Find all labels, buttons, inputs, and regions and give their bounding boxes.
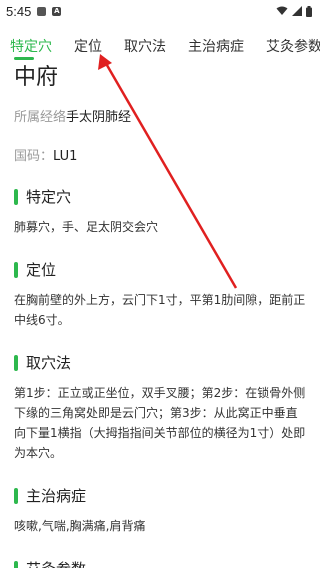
section-marker xyxy=(14,261,18,278)
tab-bar: 特定穴 定位 取穴法 主治病症 艾灸参数 xyxy=(0,22,320,66)
signal-icon xyxy=(292,6,302,16)
image-icon xyxy=(37,6,47,16)
section-marker xyxy=(14,487,18,504)
section-body: 在胸前壁的外上方，云门下1寸，平第1肋间隙，距前正中线6寸。 xyxy=(14,293,306,327)
wifi-icon xyxy=(276,6,288,15)
tab-indications[interactable]: 主治病症 xyxy=(188,36,244,56)
status-bar: 5:45 A xyxy=(0,0,320,22)
section-body: 咳嗽,气喘,胸满痛,肩背痛 xyxy=(14,519,146,533)
section-body: 第1步：正立或正坐位，双手叉腰；第2步：在锁骨外侧下缘的三角窝处即是云门穴；第3… xyxy=(14,386,306,460)
section-locating-method: 取穴法 第1步：正立或正坐位，双手叉腰；第2步：在锁骨外侧下缘的三角窝处即是云门… xyxy=(14,352,306,463)
section-header: 特定穴 xyxy=(14,186,306,207)
section-header: 取穴法 xyxy=(14,352,306,373)
meridian-value: 手太阴肺经 xyxy=(66,110,132,125)
meridian-key: 所属经络 xyxy=(14,110,67,125)
code-value: LU1 xyxy=(53,149,78,164)
tab-moxibustion-params[interactable]: 艾灸参数 xyxy=(266,36,320,56)
code-row: 国码：LU1 xyxy=(14,145,306,164)
code-key: 国码： xyxy=(14,149,54,164)
a-app-icon: A xyxy=(52,6,62,16)
section-specific-point: 特定穴 肺募穴，手、足太阴交会穴 xyxy=(14,186,306,237)
section-marker xyxy=(14,354,18,371)
section-header: 主治病症 xyxy=(14,485,306,506)
section-location: 定位 在胸前壁的外上方，云门下1寸，平第1肋间隙，距前正中线6寸。 xyxy=(14,259,306,330)
section-moxibustion-params: 艾灸参数 xyxy=(14,558,306,568)
section-title: 艾灸参数 xyxy=(26,558,86,568)
section-marker xyxy=(14,188,18,205)
section-title: 特定穴 xyxy=(26,188,72,206)
status-time: 5:45 xyxy=(6,3,32,19)
battery-icon xyxy=(306,5,312,17)
section-header: 艾灸参数 xyxy=(14,558,306,568)
section-title: 定位 xyxy=(26,261,57,279)
point-name: 中府 xyxy=(14,65,59,90)
section-title: 取穴法 xyxy=(26,354,72,372)
tab-locating-method[interactable]: 取穴法 xyxy=(124,36,166,56)
tab-location[interactable]: 定位 xyxy=(74,36,102,56)
status-right xyxy=(276,5,312,17)
section-marker xyxy=(14,560,18,568)
status-left: 5:45 A xyxy=(6,3,62,19)
section-title: 主治病症 xyxy=(26,487,87,505)
meridian-row: 所属经络手太阴肺经 xyxy=(14,106,306,125)
section-indications: 主治病症 咳嗽,气喘,胸满痛,肩背痛 xyxy=(14,485,306,536)
tab-specific-point[interactable]: 特定穴 xyxy=(10,36,52,60)
section-body: 肺募穴，手、足太阴交会穴 xyxy=(14,220,159,234)
content: 中府 所属经络手太阴肺经 国码：LU1 特定穴 肺募穴，手、足太阴交会穴 定位 … xyxy=(0,64,320,568)
section-header: 定位 xyxy=(14,259,306,280)
